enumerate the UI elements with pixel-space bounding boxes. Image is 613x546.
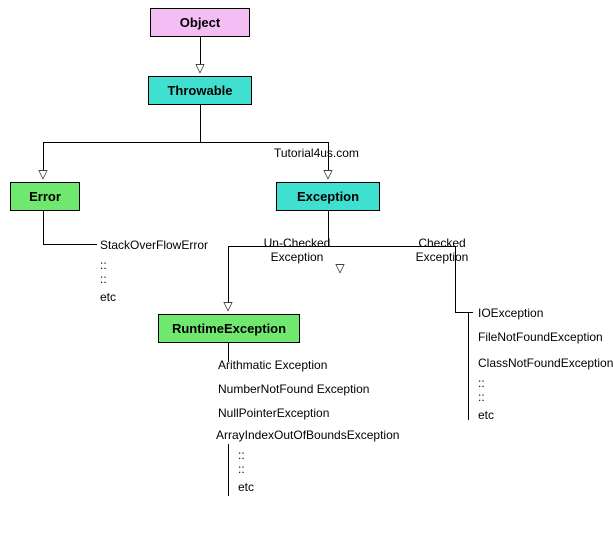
node-object: Object <box>150 8 250 37</box>
error-list-item: :: <box>100 258 107 272</box>
connector-line <box>200 104 201 142</box>
node-error-label: Error <box>29 189 61 204</box>
watermark-label: Tutorial4us.com <box>274 146 359 160</box>
runtime-list-item: Arithmatic Exception <box>218 358 327 372</box>
checked-list-item: ClassNotFoundException <box>478 356 613 370</box>
arrow-glyph: ▽ <box>195 61 204 75</box>
checked-list-item: FileNotFoundException <box>478 330 603 344</box>
error-list-item: etc <box>100 290 116 304</box>
label-unchecked: Un-Checked Exception <box>252 236 342 264</box>
runtime-list-item: NullPointerException <box>218 406 329 420</box>
arrow-glyph: ▽ <box>38 167 47 181</box>
node-runtimeexception-label: RuntimeException <box>172 321 286 336</box>
connector-line <box>43 210 44 244</box>
runtime-list-item: :: <box>238 462 245 476</box>
checked-list-item: etc <box>478 408 494 422</box>
node-error: Error <box>10 182 80 211</box>
node-object-label: Object <box>180 15 220 30</box>
arrowhead-icon: ▽ <box>223 300 232 312</box>
arrowhead-icon: ▽ <box>323 168 332 180</box>
runtime-list-item: etc <box>238 480 254 494</box>
connector-line <box>228 246 229 302</box>
node-throwable-label: Throwable <box>167 83 232 98</box>
arrowhead-icon: ▽ <box>195 62 204 74</box>
connector-line <box>43 142 329 143</box>
connector-line <box>455 312 473 313</box>
error-list-item: StackOverFlowError <box>100 238 208 252</box>
connector-line <box>200 36 201 64</box>
node-exception-label: Exception <box>297 189 359 204</box>
node-runtimeexception: RuntimeException <box>158 314 300 343</box>
connector-line <box>468 312 469 420</box>
connector-line <box>43 142 44 170</box>
node-exception: Exception <box>276 182 380 211</box>
connector-line <box>43 244 97 245</box>
arrowhead-icon: ▽ <box>38 168 47 180</box>
arrow-glyph: ▽ <box>223 299 232 313</box>
runtime-list-item: :: <box>238 448 245 462</box>
connector-line <box>228 444 229 496</box>
error-list-item: :: <box>100 272 107 286</box>
runtime-list-item: ArrayIndexOutOfBoundsException <box>216 428 399 442</box>
watermark-text: Tutorial4us.com <box>274 146 359 160</box>
node-throwable: Throwable <box>148 76 252 105</box>
checked-list-item: :: <box>478 376 485 390</box>
runtime-list-item: NumberNotFound Exception <box>218 382 369 396</box>
diagram-canvas: Object ▽ Throwable ▽ ▽ Tutorial4us.com E… <box>0 0 613 546</box>
checked-list-item: IOException <box>478 306 543 320</box>
label-checked: Checked Exception <box>402 236 482 264</box>
checked-list-item: :: <box>478 390 485 404</box>
arrow-glyph: ▽ <box>323 167 332 181</box>
